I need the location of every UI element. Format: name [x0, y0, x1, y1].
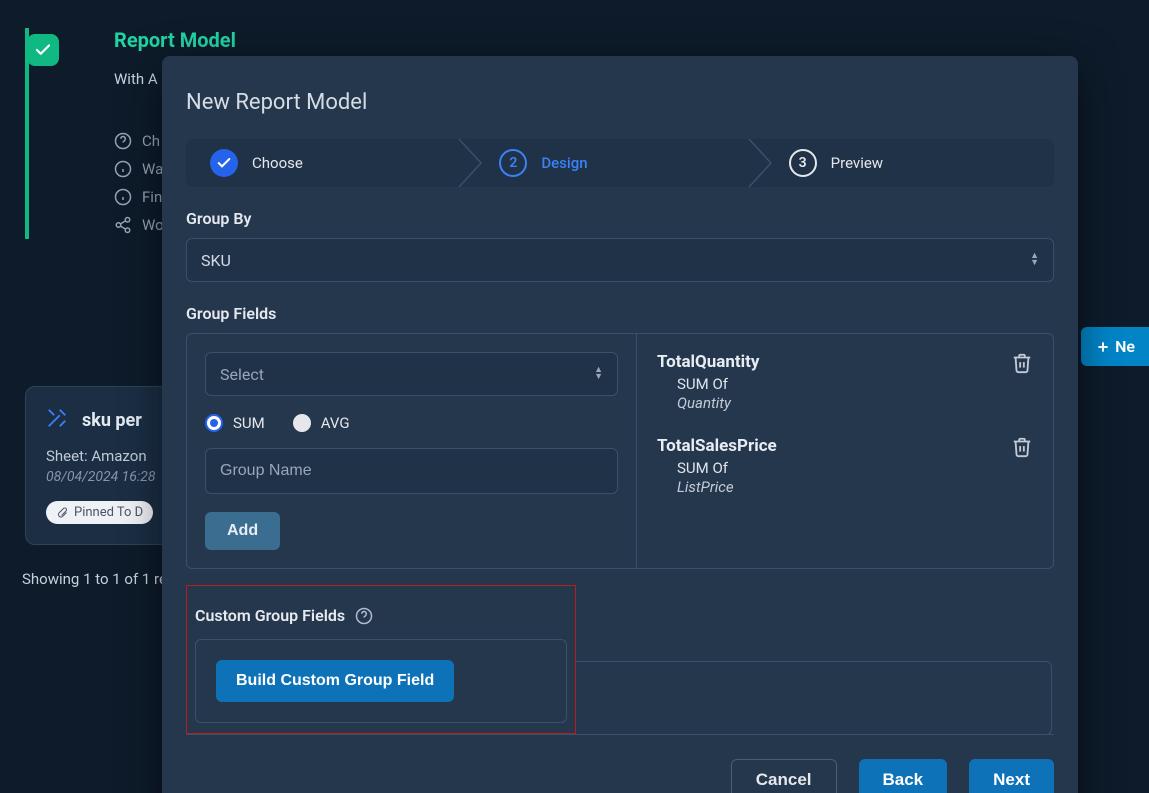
info-title: Report Model — [114, 28, 1145, 52]
step-preview[interactable]: 3 Preview — [765, 139, 1054, 187]
showing-text: Showing 1 to 1 of 1 res — [22, 570, 175, 588]
delete-button[interactable] — [1011, 352, 1033, 378]
modal-title: New Report Model — [186, 90, 1054, 115]
sku-pin-badge: Pinned To D — [46, 501, 153, 524]
help-circle-icon[interactable] — [355, 607, 373, 625]
group-field-item: TotalSalesPrice SUM Of ListPrice — [657, 436, 1033, 496]
new-report-modal: New Report Model Choose 2 Design 3 Previ… — [162, 56, 1078, 793]
chevron-updown-icon: ▲▼ — [594, 367, 603, 381]
group-field-agg: SUM Of — [677, 459, 777, 477]
check-icon — [216, 155, 232, 171]
sku-title: sku per — [82, 410, 142, 431]
plus-icon — [1095, 339, 1111, 355]
share-icon — [114, 216, 132, 234]
stepper: Choose 2 Design 3 Preview — [186, 139, 1054, 187]
info-check-badge — [27, 34, 59, 66]
group-field-source: ListPrice — [677, 478, 777, 496]
group-fields-label: Group Fields — [186, 304, 1054, 323]
group-field-item: TotalQuantity SUM Of Quantity — [657, 352, 1033, 412]
field-select-placeholder: Select — [220, 365, 264, 384]
step-number: 2 — [499, 149, 527, 177]
build-custom-group-button[interactable]: Build Custom Group Field — [216, 660, 454, 702]
step-design[interactable]: 2 Design — [475, 139, 764, 187]
custom-box-extension — [576, 661, 1052, 735]
step-done-indicator — [210, 149, 238, 177]
next-button[interactable]: Next — [969, 759, 1054, 793]
help-circle-icon — [114, 132, 132, 150]
agg-avg-radio[interactable]: AVG — [293, 414, 350, 432]
group-fields-area: Select ▲▼ SUM AVG Add TotalQuantity — [186, 333, 1054, 569]
step-label: Choose — [252, 154, 303, 172]
custom-group-box: Build Custom Group Field — [195, 639, 567, 723]
check-icon — [34, 41, 52, 59]
group-by-value: SKU — [201, 251, 231, 270]
group-name-input[interactable] — [205, 448, 618, 494]
group-field-name: TotalSalesPrice — [657, 436, 777, 456]
back-button[interactable]: Back — [859, 759, 948, 793]
agg-sum-radio[interactable]: SUM — [205, 414, 265, 432]
step-label: Design — [541, 154, 587, 172]
trash-icon — [1011, 436, 1033, 458]
info-circle-icon — [114, 160, 132, 178]
step-label: Preview — [831, 154, 883, 172]
cancel-button[interactable]: Cancel — [731, 759, 837, 793]
custom-group-label: Custom Group Fields — [195, 606, 345, 625]
trash-icon — [1011, 352, 1033, 374]
paperclip-icon — [56, 507, 68, 519]
group-field-source: Quantity — [677, 394, 759, 412]
radio-selected-icon — [205, 414, 223, 432]
chevron-updown-icon: ▲▼ — [1030, 253, 1039, 267]
agg-avg-label: AVG — [321, 414, 350, 432]
add-button[interactable]: Add — [205, 512, 280, 550]
group-fields-list: TotalQuantity SUM Of Quantity TotalSales… — [637, 334, 1053, 568]
field-select[interactable]: Select ▲▼ — [205, 352, 618, 396]
delete-button[interactable] — [1011, 436, 1033, 462]
radio-unselected-icon — [293, 414, 311, 432]
agg-sum-label: SUM — [233, 414, 265, 432]
tools-icon — [46, 407, 68, 433]
group-fields-form: Select ▲▼ SUM AVG Add — [187, 334, 637, 568]
group-field-name: TotalQuantity — [657, 352, 759, 372]
group-field-agg: SUM Of — [677, 375, 759, 393]
custom-group-highlight: Custom Group Fields Build Custom Group F… — [186, 585, 576, 734]
group-by-label: Group By — [186, 209, 1054, 228]
info-circle-icon — [114, 188, 132, 206]
new-button[interactable]: Ne — [1081, 327, 1149, 366]
group-by-select[interactable]: SKU ▲▼ — [186, 238, 1054, 282]
step-choose[interactable]: Choose — [186, 139, 475, 187]
step-number: 3 — [789, 149, 817, 177]
